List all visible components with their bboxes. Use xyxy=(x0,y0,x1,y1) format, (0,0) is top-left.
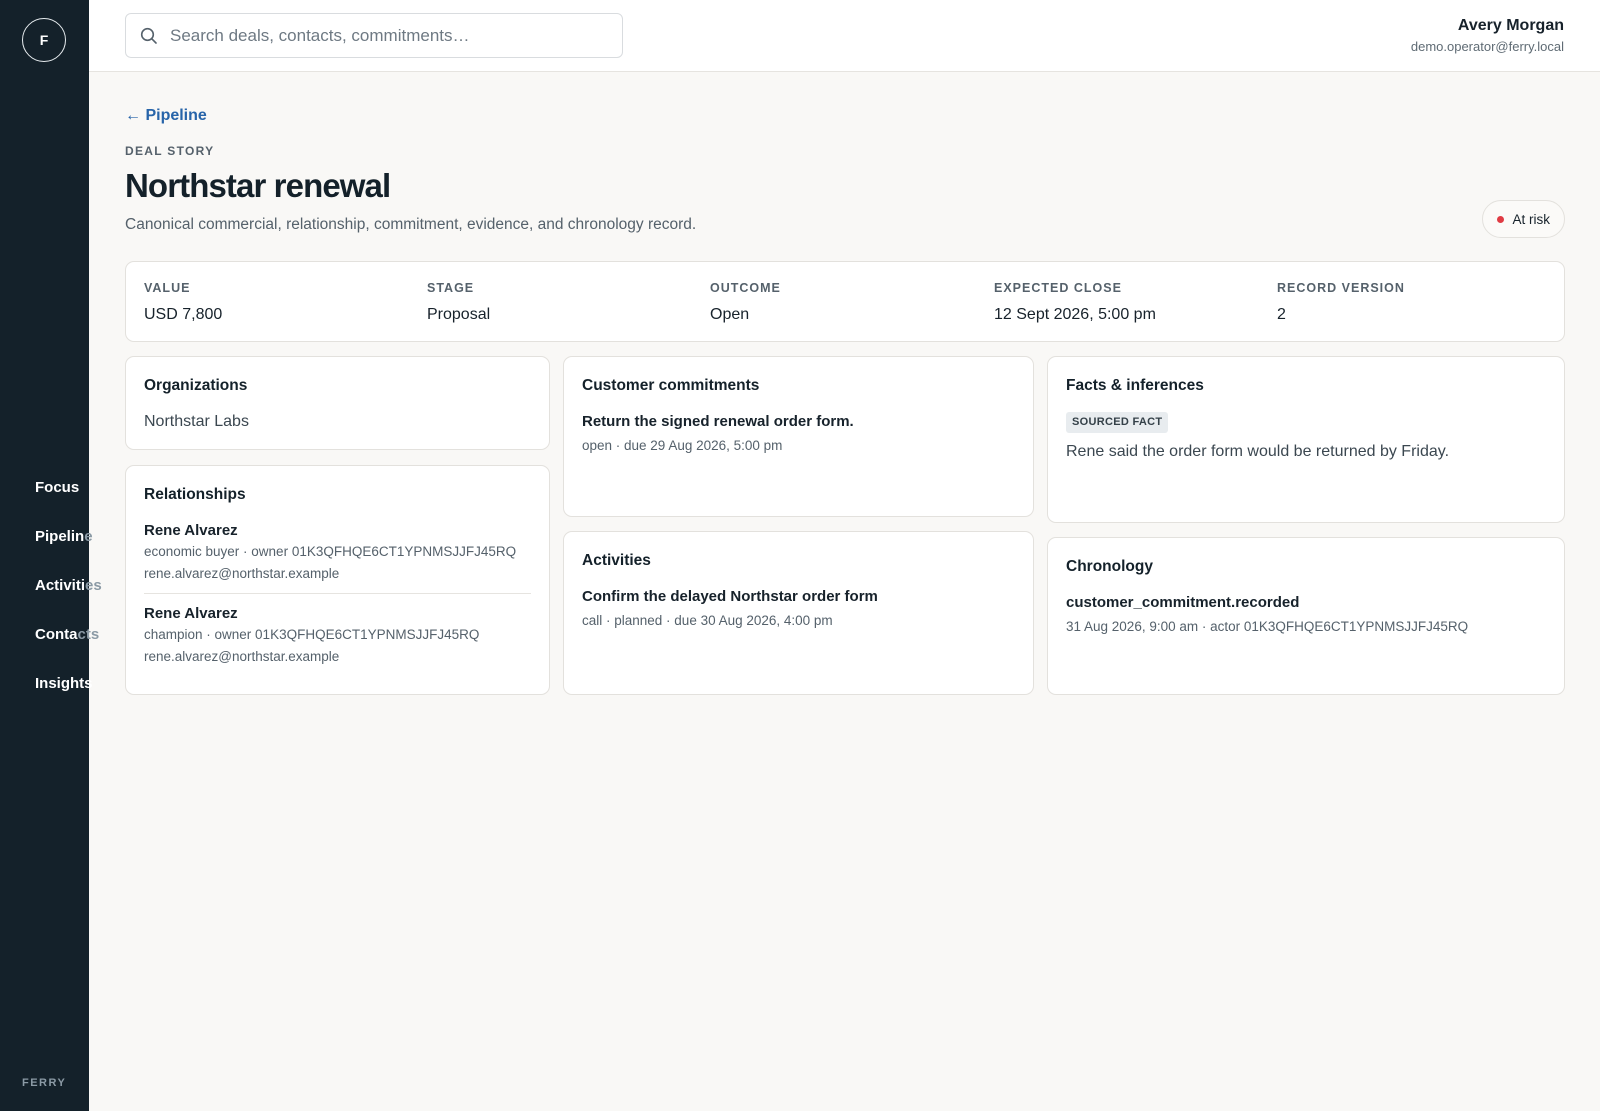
sidebar-item-insights[interactable]: Insights xyxy=(35,674,102,723)
contact-email: rene.alvarez@northstar.example xyxy=(144,566,340,581)
card-title: Activities xyxy=(582,552,651,569)
chronology-event: customer_commitment.recorded xyxy=(1066,594,1300,611)
brand-wordmark: FERRY xyxy=(22,1077,67,1089)
activities-card: Activities Confirm the delayed Northstar… xyxy=(563,531,1034,695)
metric-value: VALUE USD 7,800 xyxy=(144,281,222,325)
metric-label: EXPECTED CLOSE xyxy=(994,281,1122,295)
list-item[interactable]: Return the signed renewal order form. op… xyxy=(582,412,1015,455)
contact-name: Rene Alvarez xyxy=(144,522,238,539)
activity-title: Confirm the delayed Northstar order form xyxy=(582,588,878,605)
activity-meta: call · planned · due 30 Aug 2026, 4:00 p… xyxy=(582,613,833,628)
fact-type-badge: SOURCED FACT xyxy=(1066,412,1169,433)
metric-record-version: RECORD VERSION 2 xyxy=(1277,281,1405,325)
sidebar-item-label-overflow: es xyxy=(85,577,102,594)
metric-text: 12 Sept 2026, 5:00 pm xyxy=(994,306,1156,323)
top-bar: Avery Morgan demo.operator@ferry.local xyxy=(89,0,1600,72)
fact-text: Rene said the order form would be return… xyxy=(1066,443,1450,460)
sidebar: F Focus Pipeline Activities Contacts Ins… xyxy=(0,0,102,1111)
list-item[interactable]: Confirm the delayed Northstar order form… xyxy=(582,587,1015,630)
sidebar-item-label: Insights xyxy=(35,675,93,692)
metric-stage: STAGE Proposal xyxy=(427,281,490,325)
relationships-card: Relationships Rene Alvarez economic buye… xyxy=(125,465,550,695)
contact-name: Rene Alvarez xyxy=(144,605,238,622)
search-icon xyxy=(140,27,157,44)
metric-label: OUTCOME xyxy=(710,281,781,295)
list-item: customer_commitment.recorded 31 Aug 2026… xyxy=(1066,593,1546,636)
sidebar-item-pipeline[interactable]: Pipeline xyxy=(35,527,102,576)
card-title: Chronology xyxy=(1066,558,1153,575)
sidebar-item-activities[interactable]: Activities xyxy=(35,576,102,625)
sidebar-item-label: Conta xyxy=(35,626,78,643)
commitment-title: Return the signed renewal order form. xyxy=(582,413,854,430)
facts-inferences-card: Facts & inferences SOURCED FACT Rene sai… xyxy=(1047,356,1565,523)
contact-role: champion · owner 01K3QFHQE6CT1YPNMSJJFJ4… xyxy=(144,627,480,642)
metric-outcome: OUTCOME Open xyxy=(710,281,781,325)
list-item[interactable]: Rene Alvarez economic buyer · owner 01K3… xyxy=(144,521,531,593)
deal-page: ← Pipeline DEAL STORY Northstar renewal … xyxy=(125,105,1565,695)
commitment-meta: open · due 29 Aug 2026, 5:00 pm xyxy=(582,438,783,453)
sidebar-item-label: Focus xyxy=(35,479,80,496)
chronology-meta: 31 Aug 2026, 9:00 am · actor 01K3QFHQE6C… xyxy=(1066,619,1469,634)
deal-metrics: VALUE USD 7,800 STAGE Proposal OUTCOME O… xyxy=(125,261,1565,342)
page-eyebrow: DEAL STORY xyxy=(125,144,215,158)
metric-text: Proposal xyxy=(427,306,491,323)
relationships-list: Rene Alvarez economic buyer · owner 01K3… xyxy=(144,521,531,676)
search-box xyxy=(125,13,623,58)
page-title: Northstar renewal xyxy=(125,167,391,204)
metric-label: STAGE xyxy=(427,281,475,295)
customer-commitments-card: Customer commitments Return the signed r… xyxy=(563,356,1034,517)
search-input[interactable] xyxy=(170,14,610,57)
metric-text: 2 xyxy=(1277,306,1286,323)
user-name: Avery Morgan xyxy=(1457,17,1564,34)
list-item[interactable]: Rene Alvarez champion · owner 01K3QFHQE6… xyxy=(144,593,531,676)
card-title: Relationships xyxy=(144,486,246,503)
sidebar-item-label: Activiti xyxy=(35,577,86,594)
chronology-card: Chronology customer_commitment.recorded … xyxy=(1047,537,1565,695)
sidebar-item-focus[interactable]: Focus xyxy=(35,478,102,527)
app-logo[interactable]: F xyxy=(22,18,66,62)
card-title: Facts & inferences xyxy=(1066,377,1204,394)
contact-email: rene.alvarez@northstar.example xyxy=(144,649,340,664)
metric-label: RECORD VERSION xyxy=(1277,281,1405,295)
user-menu[interactable]: Avery Morgan demo.operator@ferry.local xyxy=(1411,16,1564,56)
organization-item[interactable]: Northstar Labs xyxy=(144,412,531,432)
metric-text: Open xyxy=(710,306,750,323)
status-dot-icon xyxy=(1497,215,1505,223)
metric-label: VALUE xyxy=(144,281,191,295)
status-badge: At risk xyxy=(1482,200,1565,238)
sidebar-item-contacts[interactable]: Contacts xyxy=(35,625,102,674)
status-label: At risk xyxy=(1512,211,1550,227)
sidebar-item-label-overflow: cts xyxy=(77,626,100,643)
sidebar-item-label-overflow: e xyxy=(84,528,93,545)
list-item: SOURCED FACT Rene said the order form wo… xyxy=(1066,412,1546,462)
card-title: Customer commitments xyxy=(582,377,760,394)
user-email: demo.operator@ferry.local xyxy=(1410,39,1564,54)
back-to-pipeline-link[interactable]: ← Pipeline xyxy=(125,105,207,127)
card-title: Organizations xyxy=(144,377,248,394)
sidebar-item-label: Pipelin xyxy=(35,528,85,545)
contact-role: economic buyer · owner 01K3QFHQE6CT1YPNM… xyxy=(144,544,517,559)
organizations-card: Organizations Northstar Labs xyxy=(125,356,550,450)
page-subtitle: Canonical commercial, relationship, comm… xyxy=(125,216,697,233)
metric-text: USD 7,800 xyxy=(144,306,223,323)
metric-expected-close: EXPECTED CLOSE 12 Sept 2026, 5:00 pm xyxy=(994,281,1156,325)
sidebar-nav: Focus Pipeline Activities Contacts Insig… xyxy=(35,478,102,723)
